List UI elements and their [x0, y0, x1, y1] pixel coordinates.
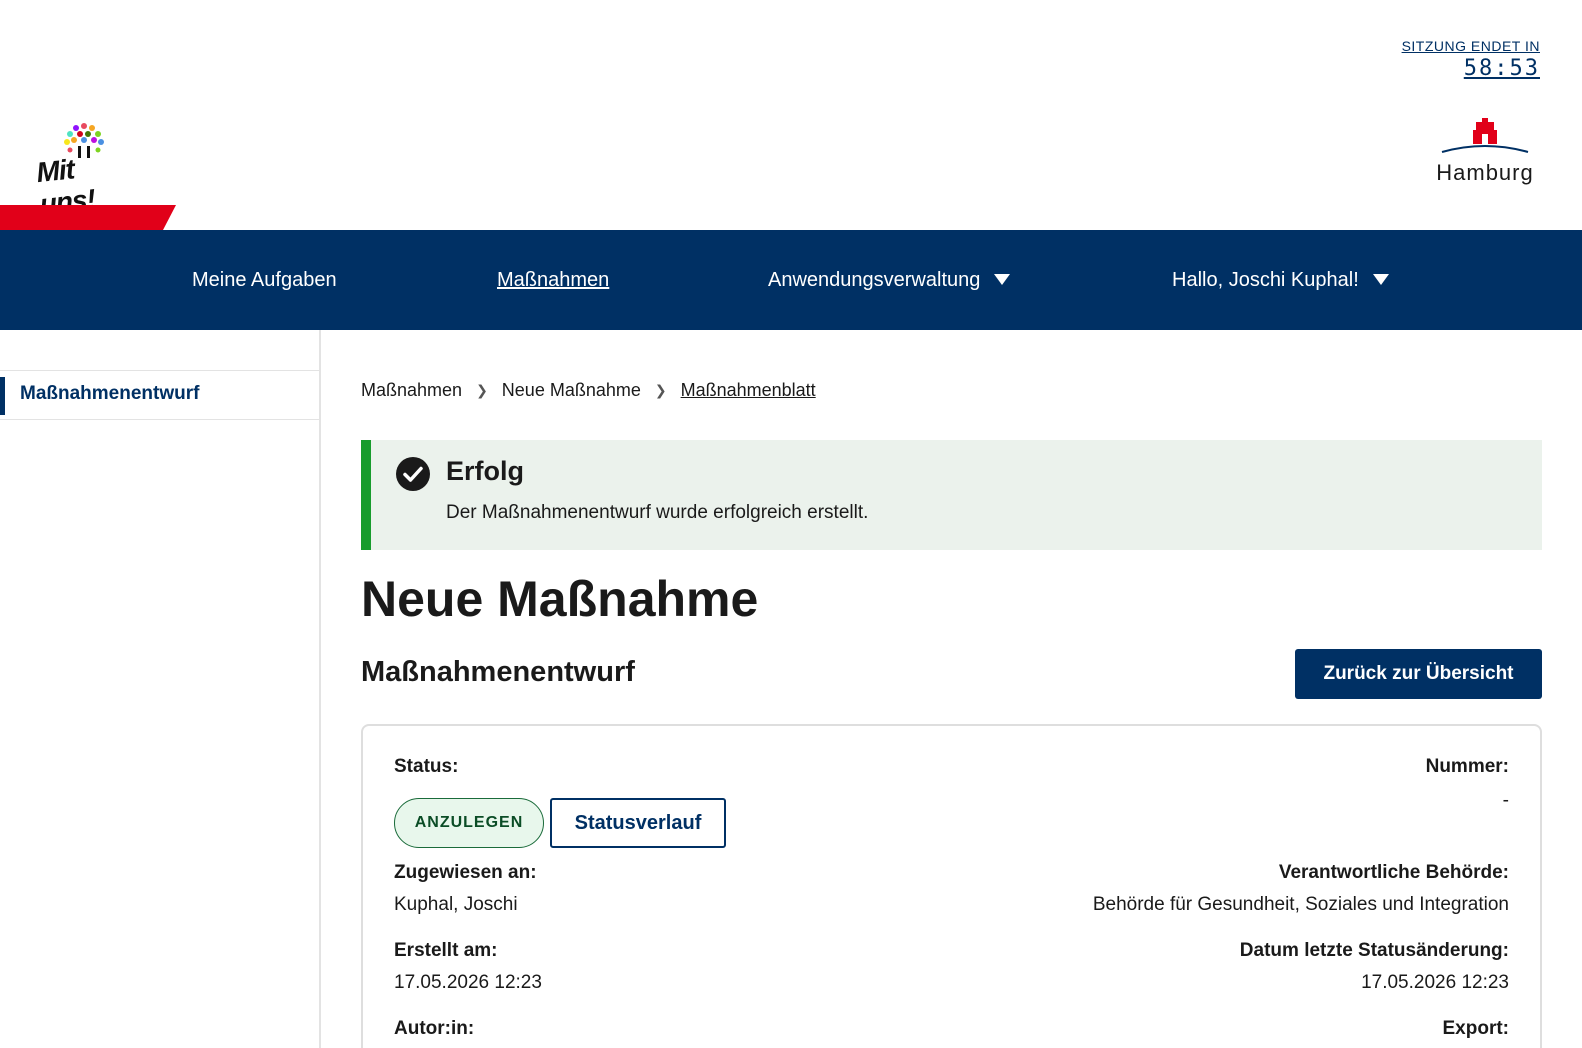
active-indicator — [0, 377, 5, 415]
number-label: Nummer: — [1425, 756, 1509, 777]
nav-item-meine-aufgaben[interactable]: Meine Aufgaben — [192, 230, 337, 330]
last-status-change-value: 17.05.2026 12:23 — [1361, 972, 1509, 993]
chevron-right-icon: ❯ — [654, 382, 667, 398]
back-to-overview-button[interactable]: Zurück zur Übersicht — [1295, 649, 1542, 699]
nav-label: Meine Aufgaben — [192, 269, 337, 291]
page-title: Neue Maßnahme — [361, 571, 759, 627]
check-circle-icon — [396, 457, 430, 491]
alert-title: Erfolg — [446, 456, 524, 486]
hamburg-name: Hamburg — [1436, 160, 1534, 185]
author-label: Autor:in: — [394, 1018, 475, 1039]
breadcrumb-item[interactable]: Maßnahmen — [361, 380, 462, 401]
export-label: Export: — [1442, 1018, 1510, 1039]
nav-item-anwendungsverwaltung[interactable]: Anwendungsverwaltung — [768, 230, 1011, 330]
created-value: 17.05.2026 12:23 — [394, 972, 542, 993]
nav-item-user-menu[interactable]: Hallo, Joschi Kuphal! — [1172, 230, 1389, 330]
last-status-change-label: Datum letzte Statusänderung: — [1239, 940, 1509, 961]
nav-item-massnahmen[interactable]: Maßnahmen — [497, 230, 609, 330]
assigned-label: Zugewiesen an: — [394, 862, 537, 883]
created-label: Erstellt am: — [394, 940, 498, 961]
session-label[interactable]: SITZUNG ENDET IN — [1402, 38, 1540, 54]
chevron-right-icon: ❯ — [476, 382, 488, 398]
section-title: Maßnahmenentwurf — [361, 656, 635, 688]
nav-label: Hallo, Joschi Kuphal! — [1172, 269, 1359, 291]
nav-label: Anwendungsverwaltung — [768, 269, 981, 291]
assigned-value: Kuphal, Joschi — [394, 894, 518, 915]
hamburg-logo[interactable]: Hamburg — [1430, 118, 1540, 192]
sidebar-item-label: Maßnahmenentwurf — [20, 383, 200, 404]
status-history-button[interactable]: Statusverlauf — [550, 798, 726, 848]
breadcrumb: Maßnahmen ❯ Neue Maßnahme ❯ Maßnahmenbla… — [361, 380, 816, 401]
session-timer[interactable]: SITZUNG ENDET IN 58:53 — [1402, 38, 1540, 81]
number-value: - — [1502, 790, 1509, 811]
nav-label: Maßnahmen — [497, 269, 610, 291]
authority-value: Behörde für Gesundheit, Soziales und Int… — [1092, 894, 1509, 915]
main-navigation: Meine Aufgaben Maßnahmen Anwendungsverwa… — [0, 230, 1582, 330]
hamburg-castle-icon — [1441, 118, 1529, 153]
chevron-down-icon — [1372, 274, 1389, 286]
breadcrumb-current[interactable]: Maßnahmenblatt — [681, 380, 816, 401]
status-badge: ANZULEGEN — [394, 798, 544, 848]
sidebar-item-massnahmenentwurf[interactable]: Maßnahmenentwurf — [0, 370, 319, 420]
details-card: Status: ANZULEGEN Statusverlauf Nummer: … — [361, 724, 1542, 1048]
alert-message: Der Maßnahmenentwurf wurde erfolgreich e… — [446, 502, 869, 523]
chevron-down-icon — [994, 274, 1011, 286]
breadcrumb-item[interactable]: Neue Maßnahme — [502, 380, 641, 401]
mit-uns-logo[interactable]: Mit uns! — [35, 116, 136, 220]
session-time[interactable]: 58:53 — [1402, 56, 1540, 81]
success-alert: Erfolg Der Maßnahmenentwurf wurde erfolg… — [361, 440, 1542, 550]
page-header: Mit uns! SITZUNG ENDET IN 58:53 Hamburg — [0, 0, 1582, 255]
authority-label: Verantwortliche Behörde: — [1278, 862, 1509, 883]
status-label: Status: — [394, 756, 459, 777]
sidebar: Maßnahmenentwurf — [0, 330, 321, 1048]
